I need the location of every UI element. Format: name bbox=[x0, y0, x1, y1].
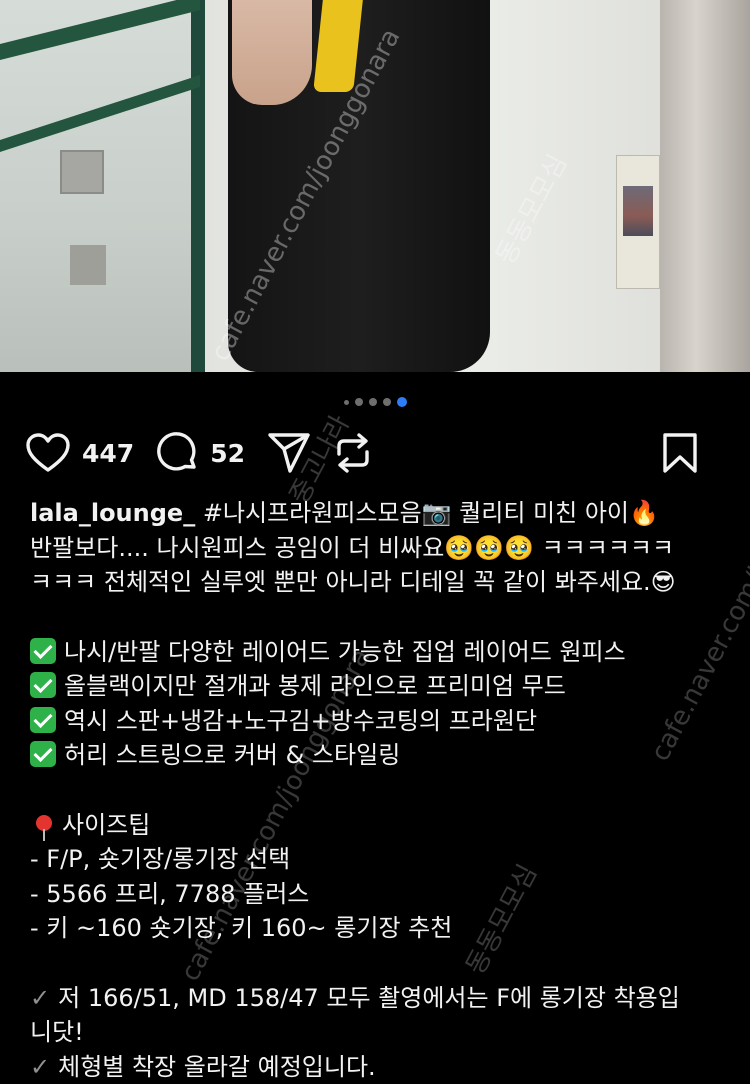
caption-hashtag[interactable]: #나시프라원피스모음 bbox=[195, 499, 421, 527]
caption-line3: ㅋㅋㅋ 전체적인 실루엣 뿐만 아니라 디테일 꼭 같이 봐주세요. bbox=[30, 568, 651, 596]
share-button[interactable] bbox=[267, 432, 311, 474]
door-background bbox=[660, 0, 750, 372]
camera-emoji-icon: 📷 bbox=[422, 499, 452, 527]
window-background bbox=[0, 0, 205, 372]
paper-plane-icon bbox=[267, 432, 311, 474]
carousel-dot bbox=[355, 398, 363, 406]
checkmark-icon bbox=[30, 707, 56, 733]
feature-item: 나시/반팔 다양한 레이어드 가능한 집업 레이어드 원피스 bbox=[30, 635, 730, 670]
checkmark-icon bbox=[30, 672, 56, 698]
post-caption: lala_lounge_ #나시프라원피스모음📷 퀄리티 미친 아이🔥 반팔보다… bbox=[30, 496, 730, 1084]
carousel-dot bbox=[383, 398, 391, 406]
note-item-continued: 니닷! bbox=[30, 1015, 730, 1050]
feature-item: 역시 스판+냉감+노구김+방수코팅의 프라원단 bbox=[30, 704, 730, 739]
carousel-dot bbox=[344, 400, 349, 405]
carousel-indicator bbox=[0, 396, 750, 408]
checkmark-icon bbox=[30, 741, 56, 767]
model-arm bbox=[232, 0, 312, 105]
pin-icon bbox=[36, 815, 52, 831]
size-tip-item: - F/P, 숏기장/롱기장 선택 bbox=[30, 842, 730, 877]
carousel-dot bbox=[369, 398, 377, 406]
feature-text: 나시/반팔 다양한 레이어드 가능한 집업 레이어드 원피스 bbox=[64, 638, 626, 666]
save-button[interactable] bbox=[662, 432, 698, 474]
note-item: ✓ 저 166/51, MD 158/47 모두 촬영에서는 F에 롱기장 착용입 bbox=[30, 981, 730, 1016]
size-tip-item: - 5566 프리, 7788 플러스 bbox=[30, 877, 730, 912]
size-tip-heading: 사이즈팁 bbox=[30, 808, 730, 843]
action-bar: 447 52 bbox=[26, 428, 720, 478]
comment-count: 52 bbox=[210, 439, 245, 468]
caption-username[interactable]: lala_lounge_ bbox=[30, 499, 195, 527]
like-button[interactable]: 447 bbox=[26, 433, 134, 473]
check-mark-icon: ✓ bbox=[30, 984, 50, 1012]
size-tip-title: 사이즈팁 bbox=[62, 811, 150, 839]
comment-button[interactable]: 52 bbox=[156, 432, 245, 474]
bookmark-icon bbox=[662, 432, 698, 474]
wall-poster bbox=[616, 155, 660, 289]
fire-emoji-icon: 🔥 bbox=[629, 499, 659, 527]
post-photo[interactable]: cafe.naver.com/joonggonara 동동모모심 bbox=[0, 0, 750, 372]
comment-bubble-icon bbox=[156, 432, 198, 474]
sunglasses-emoji-icon: 😎 bbox=[651, 568, 676, 596]
caption-line2-tail: ㅋㅋㅋㅋㅋㅋ bbox=[534, 534, 674, 562]
carousel-dot-active bbox=[397, 397, 407, 407]
note-text: 저 166/51, MD 158/47 모두 촬영에서는 F에 롱기장 착용입 bbox=[58, 984, 680, 1012]
repost-button[interactable] bbox=[333, 432, 373, 474]
heart-icon bbox=[26, 433, 70, 473]
feature-text: 올블랙이지만 절개과 봉제 라인으로 프리미엄 무드 bbox=[64, 672, 566, 700]
checkmark-icon bbox=[30, 638, 56, 664]
check-mark-icon: ✓ bbox=[30, 1053, 50, 1081]
like-count: 447 bbox=[82, 439, 134, 468]
feature-text: 허리 스트링으로 커버 & 스타일링 bbox=[64, 741, 400, 769]
feature-text: 역시 스판+냉감+노구김+방수코팅의 프라원단 bbox=[64, 707, 537, 735]
caption-line2: 반팔보다.... 나시원피스 공임이 더 비싸요 bbox=[30, 534, 444, 562]
caption-line1-tail: 퀄리티 미친 아이 bbox=[452, 499, 629, 527]
size-tip-item: - 키 ~160 숏기장, 키 160~ 롱기장 추천 bbox=[30, 911, 730, 946]
pleading-face-emoji-icon: 🥹🥹🥹 bbox=[444, 534, 534, 562]
feature-item: 올블랙이지만 절개과 봉제 라인으로 프리미엄 무드 bbox=[30, 669, 730, 704]
note-text: 체형별 착장 올라갈 예정입니다. bbox=[58, 1053, 376, 1081]
feature-item: 허리 스트링으로 커버 & 스타일링 bbox=[30, 738, 730, 773]
note-item: ✓ 체형별 착장 올라갈 예정입니다. bbox=[30, 1050, 730, 1084]
repost-icon bbox=[333, 432, 373, 474]
